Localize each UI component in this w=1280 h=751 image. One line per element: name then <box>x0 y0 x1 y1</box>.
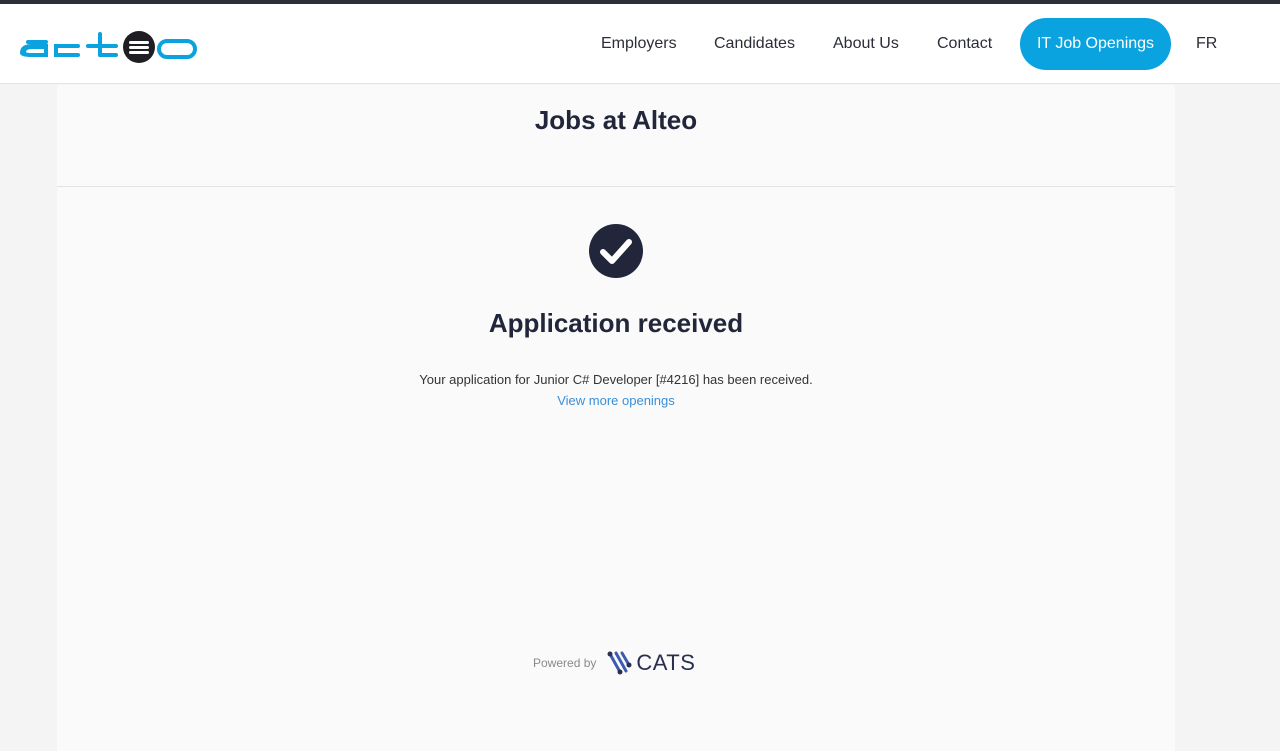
nav-candidates[interactable]: Candidates <box>714 18 795 70</box>
it-job-openings-button[interactable]: IT Job Openings <box>1020 18 1171 70</box>
page-title: Jobs at Alteo <box>534 105 698 135</box>
view-more-openings-link[interactable]: View more openings <box>57 393 1175 408</box>
nav-employers[interactable]: Employers <box>601 18 677 70</box>
check-circle-icon <box>589 224 643 278</box>
success-title: Application received <box>488 308 744 338</box>
cats-logo-icon <box>607 651 632 675</box>
content-panel: Jobs at Alteo Application received Your … <box>57 85 1175 751</box>
confirmation-message: Your application for Junior C# Developer… <box>419 372 813 387</box>
nav-about-us[interactable]: About Us <box>833 18 899 70</box>
language-switch-fr[interactable]: FR <box>1196 18 1217 70</box>
nav-contact[interactable]: Contact <box>937 18 992 70</box>
powered-by-label: Powered by <box>533 656 597 670</box>
cats-wordmark: CATS <box>636 650 696 675</box>
powered-by-cats: Powered by CATS <box>533 649 695 677</box>
divider <box>57 186 1175 187</box>
cats-link[interactable]: CATS <box>606 650 695 676</box>
alteo-logo-icon <box>20 31 197 63</box>
site-header: Employers Candidates About Us Contact IT… <box>0 4 1280 84</box>
